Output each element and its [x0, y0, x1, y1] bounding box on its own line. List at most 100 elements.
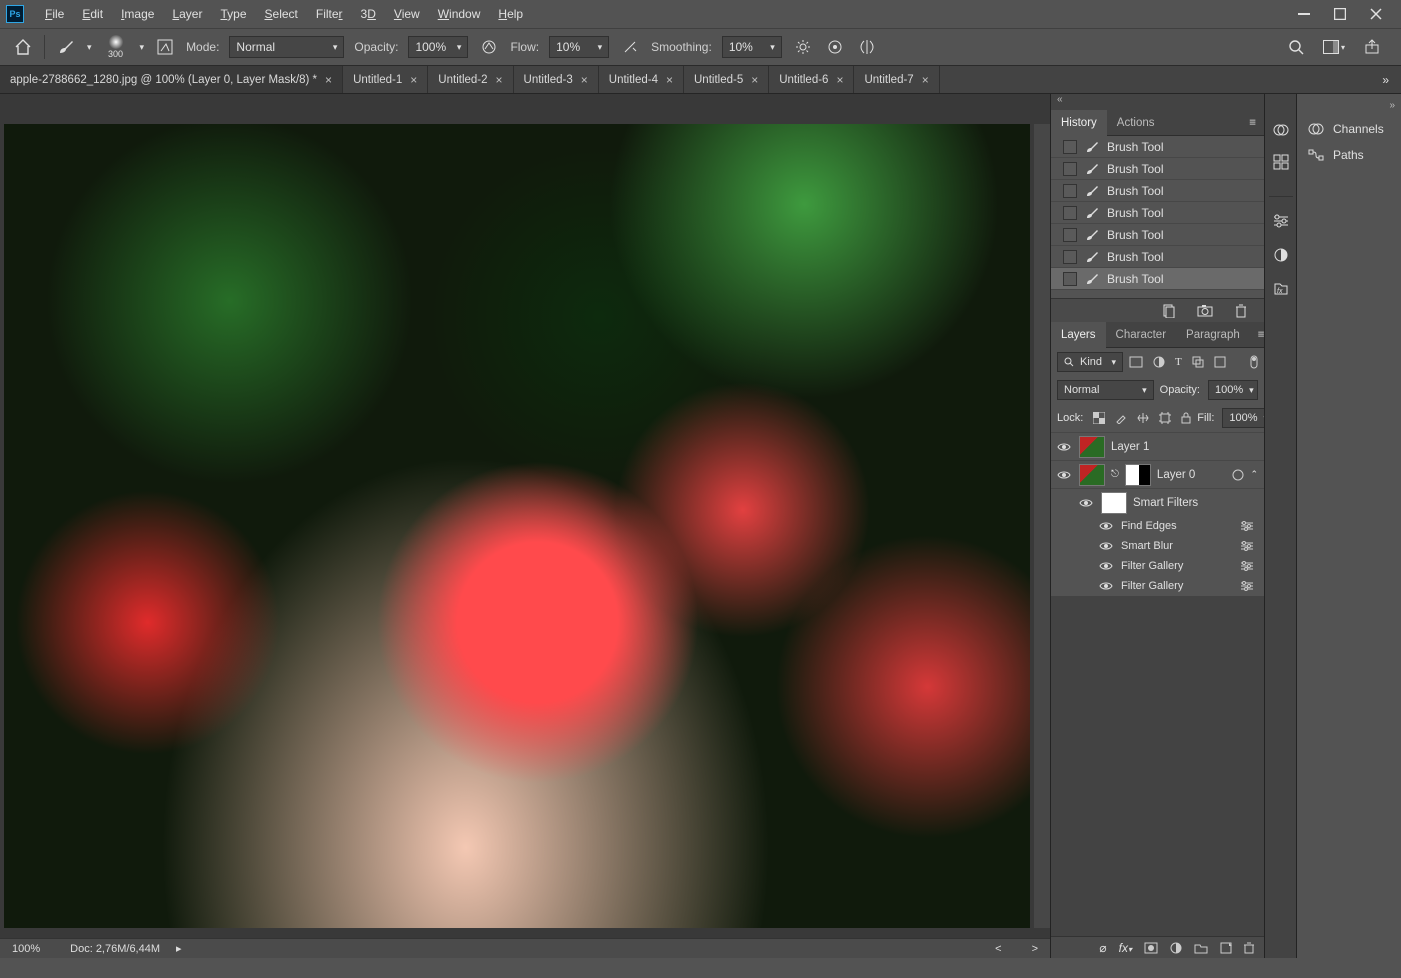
window-close-icon[interactable]	[1367, 7, 1385, 21]
filter-smart-icon[interactable]	[1214, 356, 1226, 368]
zoom-readout[interactable]: 100%	[12, 943, 40, 955]
visibility-icon[interactable]	[1099, 541, 1113, 551]
menu-edit[interactable]: Edit	[73, 0, 112, 28]
libraries-icon[interactable]: fx	[1270, 279, 1292, 299]
mode-dropdown[interactable]: Normal▾	[229, 36, 344, 58]
close-icon[interactable]: ×	[496, 73, 503, 87]
document-tab[interactable]: apple-2788662_1280.jpg @ 100% (Layer 0, …	[0, 66, 343, 93]
color-icon[interactable]	[1270, 120, 1292, 140]
new-layer-icon[interactable]	[1220, 942, 1232, 954]
mask-icon[interactable]	[1144, 942, 1158, 954]
menu-filter[interactable]: Filter	[307, 0, 352, 28]
menu-window[interactable]: Window	[429, 0, 490, 28]
blend-mode-dropdown[interactable]: Normal▾	[1057, 380, 1154, 400]
expand-icon[interactable]: ⌃	[1250, 469, 1258, 481]
airbrush-icon[interactable]	[619, 36, 641, 58]
workspace-icon[interactable]: ▾	[1323, 36, 1345, 58]
filter-row[interactable]: Filter Gallery	[1051, 576, 1264, 596]
document-tab[interactable]: Untitled-4×	[599, 66, 684, 93]
menu-image[interactable]: Image	[112, 0, 163, 28]
link-layers-icon[interactable]: ⌀	[1099, 941, 1106, 955]
document-tab[interactable]: Untitled-7×	[854, 66, 939, 93]
document-tab[interactable]: Untitled-2×	[428, 66, 513, 93]
canvas-scrollbar[interactable]	[1034, 124, 1050, 928]
filter-options-icon[interactable]	[1240, 581, 1264, 591]
styles-icon[interactable]	[1270, 245, 1292, 265]
filter-type-icon[interactable]: T	[1175, 356, 1182, 368]
pressure-opacity-icon[interactable]	[478, 36, 500, 58]
fx-icon[interactable]: fx▾	[1119, 941, 1132, 955]
visibility-icon[interactable]	[1057, 470, 1073, 480]
filter-shape-icon[interactable]	[1192, 356, 1204, 368]
search-icon[interactable]	[1285, 36, 1307, 58]
filter-options-icon[interactable]	[1240, 561, 1264, 571]
share-icon[interactable]	[1361, 36, 1383, 58]
history-item[interactable]: Brush Tool	[1051, 246, 1264, 268]
gear-icon[interactable]	[792, 36, 814, 58]
visibility-icon[interactable]	[1079, 498, 1095, 508]
visibility-icon[interactable]	[1099, 521, 1113, 531]
document-tab[interactable]: Untitled-3×	[514, 66, 599, 93]
document-tab[interactable]: Untitled-1×	[343, 66, 428, 93]
panel-menu-icon[interactable]: ≡	[1241, 117, 1264, 129]
adjustments-icon[interactable]	[1270, 211, 1292, 231]
visibility-icon[interactable]	[1099, 581, 1113, 591]
layer-filter-kind[interactable]: Kind▾	[1057, 352, 1123, 372]
filter-options-icon[interactable]	[1240, 541, 1264, 551]
close-icon[interactable]: ×	[751, 73, 758, 87]
history-item[interactable]: Brush Tool	[1051, 136, 1264, 158]
tool-brush-icon[interactable]	[55, 36, 77, 58]
filter-row[interactable]: Find Edges	[1051, 516, 1264, 536]
filter-pixel-icon[interactable]	[1129, 356, 1143, 368]
smart-filters-row[interactable]: Smart Filters	[1051, 488, 1264, 516]
symmetry-icon[interactable]	[856, 36, 878, 58]
lock-artboard-icon[interactable]	[1159, 412, 1171, 424]
history-item[interactable]: Brush Tool	[1051, 268, 1264, 290]
history-item[interactable]: Brush Tool	[1051, 224, 1264, 246]
visibility-icon[interactable]	[1099, 561, 1113, 571]
close-icon[interactable]: ×	[836, 73, 843, 87]
filter-mask-thumb[interactable]	[1101, 492, 1127, 514]
tab-character[interactable]: Character	[1106, 322, 1177, 348]
menu-select[interactable]: Select	[256, 0, 307, 28]
filter-row[interactable]: Filter Gallery	[1051, 556, 1264, 576]
trash-icon[interactable]	[1230, 300, 1252, 322]
close-icon[interactable]: ×	[922, 73, 929, 87]
brush-panel-icon[interactable]	[154, 36, 176, 58]
lock-all-icon[interactable]	[1181, 412, 1191, 424]
close-icon[interactable]: ×	[666, 73, 673, 87]
tab-paragraph[interactable]: Paragraph	[1176, 322, 1250, 348]
pressure-size-icon[interactable]	[824, 36, 846, 58]
history-item[interactable]: Brush Tool	[1051, 202, 1264, 224]
doc-size-readout[interactable]: Doc: 2,76M/6,44M	[70, 943, 160, 955]
filter-options-icon[interactable]	[1240, 521, 1264, 531]
menu-layer[interactable]: Layer	[163, 0, 211, 28]
panel-paths[interactable]: Paths	[1297, 142, 1401, 168]
history-item[interactable]: Brush Tool	[1051, 180, 1264, 202]
trash-icon[interactable]	[1244, 942, 1254, 954]
document-tab[interactable]: Untitled-6×	[769, 66, 854, 93]
close-icon[interactable]: ×	[410, 73, 417, 87]
collapse-icon[interactable]: »	[1389, 100, 1395, 116]
group-icon[interactable]	[1194, 942, 1208, 954]
camera-icon[interactable]	[1194, 300, 1216, 322]
menu-help[interactable]: Help	[489, 0, 532, 28]
create-document-icon[interactable]	[1158, 300, 1180, 322]
status-flyout-icon[interactable]: ▸	[176, 942, 182, 955]
menu-type[interactable]: Type	[211, 0, 255, 28]
tab-overflow-icon[interactable]: »	[1370, 66, 1401, 93]
brush-preset-picker[interactable]: 300	[102, 33, 130, 61]
menu-file[interactable]: File	[36, 0, 73, 28]
lock-brush-icon[interactable]	[1115, 412, 1127, 424]
tab-layers[interactable]: Layers	[1051, 322, 1106, 348]
tab-history[interactable]: History	[1051, 110, 1107, 136]
home-icon[interactable]	[12, 36, 34, 58]
visibility-icon[interactable]	[1057, 442, 1073, 452]
smoothing-dropdown[interactable]: 10%▾	[722, 36, 782, 58]
flow-dropdown[interactable]: 10%▾	[549, 36, 609, 58]
filter-adjust-icon[interactable]	[1153, 356, 1165, 368]
layer-opacity-dropdown[interactable]: 100%▾	[1208, 380, 1258, 400]
history-item[interactable]: Brush Tool	[1051, 158, 1264, 180]
tab-actions[interactable]: Actions	[1107, 110, 1165, 136]
window-minimize-icon[interactable]	[1295, 7, 1313, 21]
